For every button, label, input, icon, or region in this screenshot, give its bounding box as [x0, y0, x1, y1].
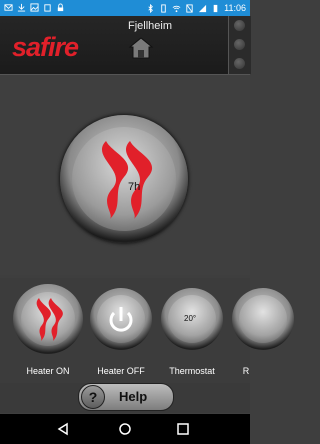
location-name: Fjellheim — [128, 20, 173, 32]
heater-off-face — [97, 295, 145, 343]
heater-on-label: Heater ON — [26, 366, 70, 376]
status-time: 11:06 — [224, 3, 246, 13]
app-header: safire Fjellheim — [0, 16, 250, 75]
help-bar: ? Help — [0, 383, 250, 413]
help-question-icon: ? — [81, 385, 105, 409]
heater-on-face — [21, 292, 75, 346]
help-button[interactable]: ? Help — [78, 383, 174, 411]
wifi-icon — [172, 5, 181, 12]
main-area: 7h — [0, 75, 250, 275]
timer-label: 7h — [128, 181, 141, 193]
clipboard-icon — [44, 4, 51, 12]
image-icon — [30, 3, 39, 12]
heater-off-button[interactable] — [90, 288, 152, 350]
battery-icon — [213, 4, 218, 12]
no-sim-icon — [186, 3, 193, 13]
extra-label: R — [242, 366, 250, 376]
bluetooth-icon — [148, 3, 154, 13]
extra-button[interactable] — [232, 288, 294, 350]
status-bar: 11:06 — [0, 0, 250, 16]
vibrate-icon — [161, 3, 166, 13]
recent-apps-icon[interactable] — [176, 422, 190, 436]
android-nav-bar — [0, 414, 250, 444]
safire-logo: safire — [12, 32, 79, 62]
heater-off-label: Heater OFF — [97, 366, 145, 376]
help-label: Help — [119, 389, 148, 404]
heater-dial[interactable]: 7h — [60, 115, 188, 243]
thermostat-face: 20° — [168, 295, 216, 343]
back-icon[interactable] — [56, 422, 70, 436]
panel-indicator-2 — [234, 39, 245, 50]
panel-indicator-1 — [234, 20, 245, 31]
power-icon — [109, 307, 133, 332]
lock-icon — [57, 3, 64, 12]
side-panel[interactable] — [228, 16, 251, 74]
home-nav-icon[interactable] — [118, 422, 132, 436]
dial-face: 7h — [72, 127, 176, 231]
download-icon — [17, 3, 26, 12]
home-icon[interactable] — [128, 36, 154, 60]
signal-icon — [199, 4, 207, 12]
flame-icon — [101, 141, 153, 219]
extra-button-face — [239, 295, 287, 343]
panel-indicator-3 — [234, 58, 245, 69]
thermostat-button[interactable]: 20° — [161, 288, 223, 350]
flame-icon — [36, 298, 63, 341]
thermostat-value: 20° — [184, 314, 197, 323]
heater-on-button[interactable] — [13, 284, 83, 354]
control-row: Heater ON Heater OFF 20° Thermostat R — [0, 278, 294, 383]
mail-icon — [4, 4, 13, 11]
